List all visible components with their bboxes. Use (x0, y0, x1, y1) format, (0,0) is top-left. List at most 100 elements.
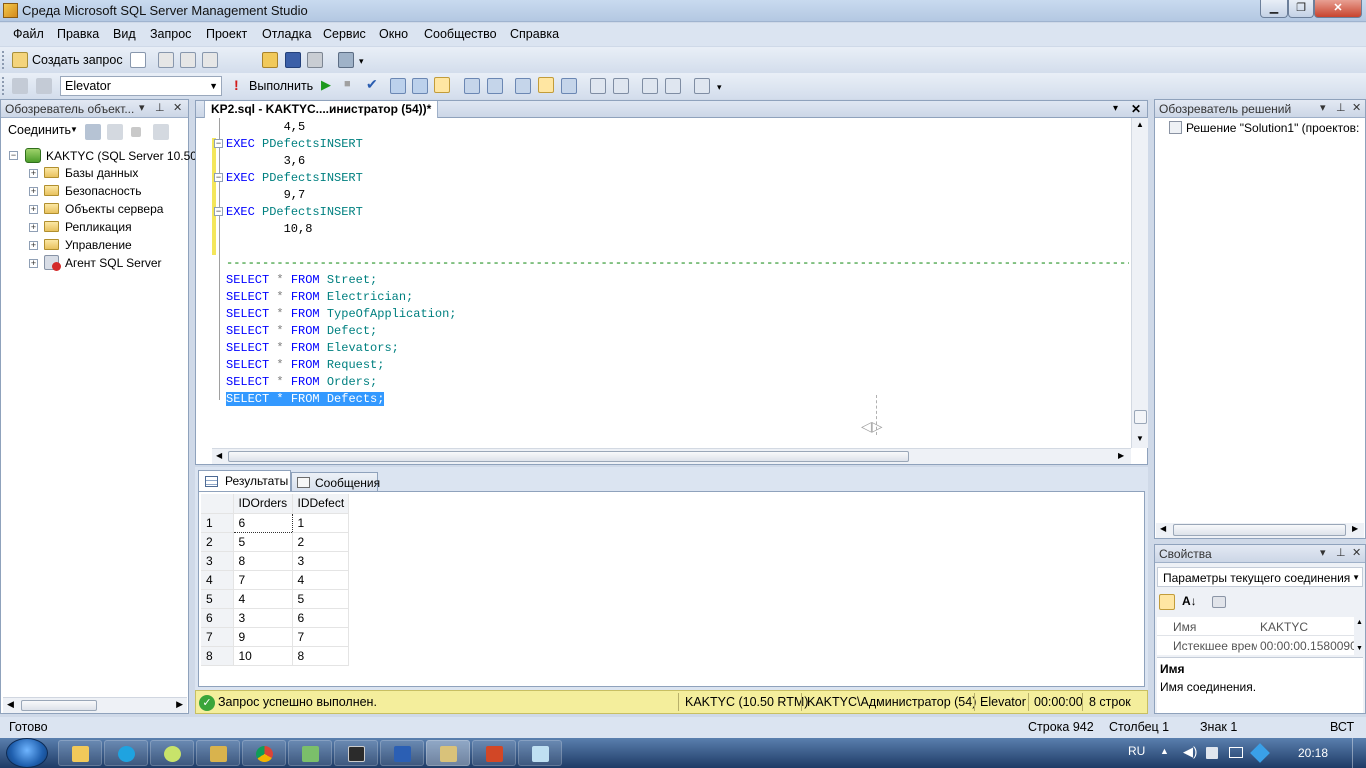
close-icon[interactable]: ✕ (173, 101, 182, 114)
taskbar-explorer[interactable] (58, 740, 102, 766)
new-query-icon[interactable] (12, 52, 28, 68)
table-cell[interactable]: 10 (233, 646, 293, 666)
toolbar-grip[interactable] (2, 51, 5, 69)
increase-indent-icon[interactable] (665, 78, 681, 94)
menu-edit[interactable]: Правка (57, 27, 99, 41)
new-file-icon[interactable] (130, 52, 146, 68)
menu-view[interactable]: Вид (113, 27, 136, 41)
table-cell[interactable]: 6 (292, 608, 349, 628)
tree-node-management[interactable]: + Управление (29, 237, 189, 255)
tab-results[interactable]: Результаты (198, 470, 291, 491)
dmx-query-icon[interactable] (180, 52, 196, 68)
editor-tab-active[interactable]: KP2.sql - KAKTYC....инистратор (54))* (204, 101, 439, 118)
scroll-thumb[interactable] (1173, 524, 1346, 536)
stop-icon[interactable] (131, 127, 141, 137)
menu-project[interactable]: Проект (206, 27, 247, 41)
row-number[interactable]: 1 (201, 513, 234, 533)
tree-node-server-objects[interactable]: + Объекты сервера (29, 201, 189, 219)
client-statistics-icon[interactable] (515, 78, 531, 94)
tree-node-replication[interactable]: + Репликация (29, 219, 189, 237)
horizontal-scrollbar[interactable]: ◀ ▶ (3, 697, 187, 713)
row-number[interactable]: 6 (201, 608, 234, 628)
row-number[interactable]: 3 (201, 551, 234, 571)
expand-icon[interactable]: + (29, 205, 38, 214)
chevron-down-icon[interactable]: ▼ (70, 125, 78, 134)
scroll-thumb[interactable] (21, 700, 97, 711)
debug-play-icon[interactable]: ▶ (321, 77, 331, 93)
scroll-right-icon[interactable]: ▶ (176, 699, 183, 710)
taskbar-ssms-active[interactable] (426, 740, 470, 766)
disconnect-icon[interactable] (36, 78, 52, 94)
property-row[interactable]: Имя KAKTYC (1157, 617, 1354, 636)
uncomment-icon[interactable] (613, 78, 629, 94)
table-cell[interactable]: 6 (232, 512, 293, 533)
table-cell[interactable]: 3 (233, 608, 293, 628)
properties-object-select[interactable]: Параметры текущего соединения ▼ (1157, 567, 1363, 587)
minimize-button[interactable]: ▁ (1260, 0, 1288, 18)
scroll-thumb[interactable] (1134, 410, 1147, 424)
language-indicator[interactable]: RU (1128, 744, 1145, 758)
row-number[interactable]: 5 (201, 589, 234, 609)
panel-menu-icon[interactable]: ▾ (1320, 546, 1326, 559)
row-number[interactable]: 8 (201, 646, 234, 666)
network-icon[interactable] (1229, 747, 1243, 758)
table-cell[interactable]: 4 (233, 589, 293, 609)
property-row[interactable]: Истекшее врем 00:00:00.1580090 (1157, 636, 1354, 655)
scroll-right-icon[interactable]: ▶ (1352, 524, 1358, 533)
taskbar-notepad[interactable] (518, 740, 562, 766)
table-cell[interactable]: 5 (233, 532, 293, 552)
table-cell[interactable]: 4 (292, 570, 349, 590)
pin-icon[interactable]: ⊥ (1336, 546, 1346, 559)
property-pages-icon[interactable] (1212, 596, 1226, 608)
template-parameters-icon[interactable] (694, 78, 710, 94)
xmla-query-icon[interactable] (202, 52, 218, 68)
table-cell[interactable]: 3 (292, 551, 349, 571)
maximize-button[interactable]: ❐ (1288, 0, 1314, 18)
menu-community[interactable]: Сообщество (424, 27, 497, 41)
scroll-left-icon[interactable]: ◀ (216, 451, 222, 460)
close-button[interactable]: ✕ (1314, 0, 1362, 18)
disconnect-icon[interactable] (85, 124, 101, 140)
menu-help[interactable]: Справка (510, 27, 559, 41)
taskbar-powerpoint[interactable] (472, 740, 516, 766)
scroll-down-icon[interactable]: ▼ (1356, 645, 1363, 652)
row-number[interactable]: 4 (201, 570, 234, 590)
collapse-icon[interactable]: − (214, 173, 223, 182)
stop-icon[interactable]: ■ (344, 78, 351, 90)
scroll-up-icon[interactable]: ▲ (1356, 619, 1363, 626)
expand-icon[interactable]: + (29, 241, 38, 250)
scroll-thumb[interactable] (228, 451, 909, 462)
clock[interactable]: 20:18 (1298, 746, 1328, 760)
scroll-right-icon[interactable]: ▶ (1118, 451, 1124, 460)
table-cell[interactable]: 7 (233, 570, 293, 590)
close-icon[interactable]: ✕ (1352, 101, 1361, 114)
show-desktop-button[interactable] (1352, 738, 1366, 768)
row-number[interactable]: 2 (201, 532, 234, 552)
tree-server-node[interactable]: − KAKTYC (SQL Server 10.50. (9, 147, 200, 165)
panel-menu-icon[interactable]: ▾ (139, 101, 145, 114)
results-to-grid-icon[interactable] (538, 77, 554, 93)
expand-icon[interactable]: + (29, 187, 38, 196)
execute-button[interactable]: Выполнить (249, 79, 313, 93)
tree-node-security[interactable]: + Безопасность (29, 183, 189, 201)
taskbar-calculator[interactable] (288, 740, 332, 766)
split-arrows-icon[interactable]: ◁▷ (861, 418, 883, 435)
menu-query[interactable]: Запрос (150, 27, 191, 41)
table-cell[interactable]: 8 (292, 646, 349, 666)
open-folder-icon[interactable] (262, 52, 278, 68)
taskbar-chrome[interactable] (242, 740, 286, 766)
table-cell[interactable]: 2 (292, 532, 349, 552)
table-cell[interactable]: 7 (292, 627, 349, 647)
tab-list-icon[interactable]: ▾ (1113, 103, 1118, 114)
comment-icon[interactable] (590, 78, 606, 94)
horizontal-scrollbar[interactable]: ◀ ▶ (212, 448, 1131, 464)
expand-icon[interactable]: + (29, 223, 38, 232)
toolbar-overflow-icon[interactable]: ▾ (717, 82, 722, 93)
taskbar-tool[interactable] (196, 740, 240, 766)
solution-item[interactable]: Решение "Solution1" (проектов: (1186, 121, 1359, 135)
mdx-query-icon[interactable] (158, 52, 174, 68)
collapse-icon[interactable]: − (9, 151, 18, 160)
scroll-left-icon[interactable]: ◀ (7, 699, 14, 710)
table-cell[interactable]: 5 (292, 589, 349, 609)
horizontal-scrollbar[interactable]: ◀ ▶ (1156, 523, 1364, 538)
